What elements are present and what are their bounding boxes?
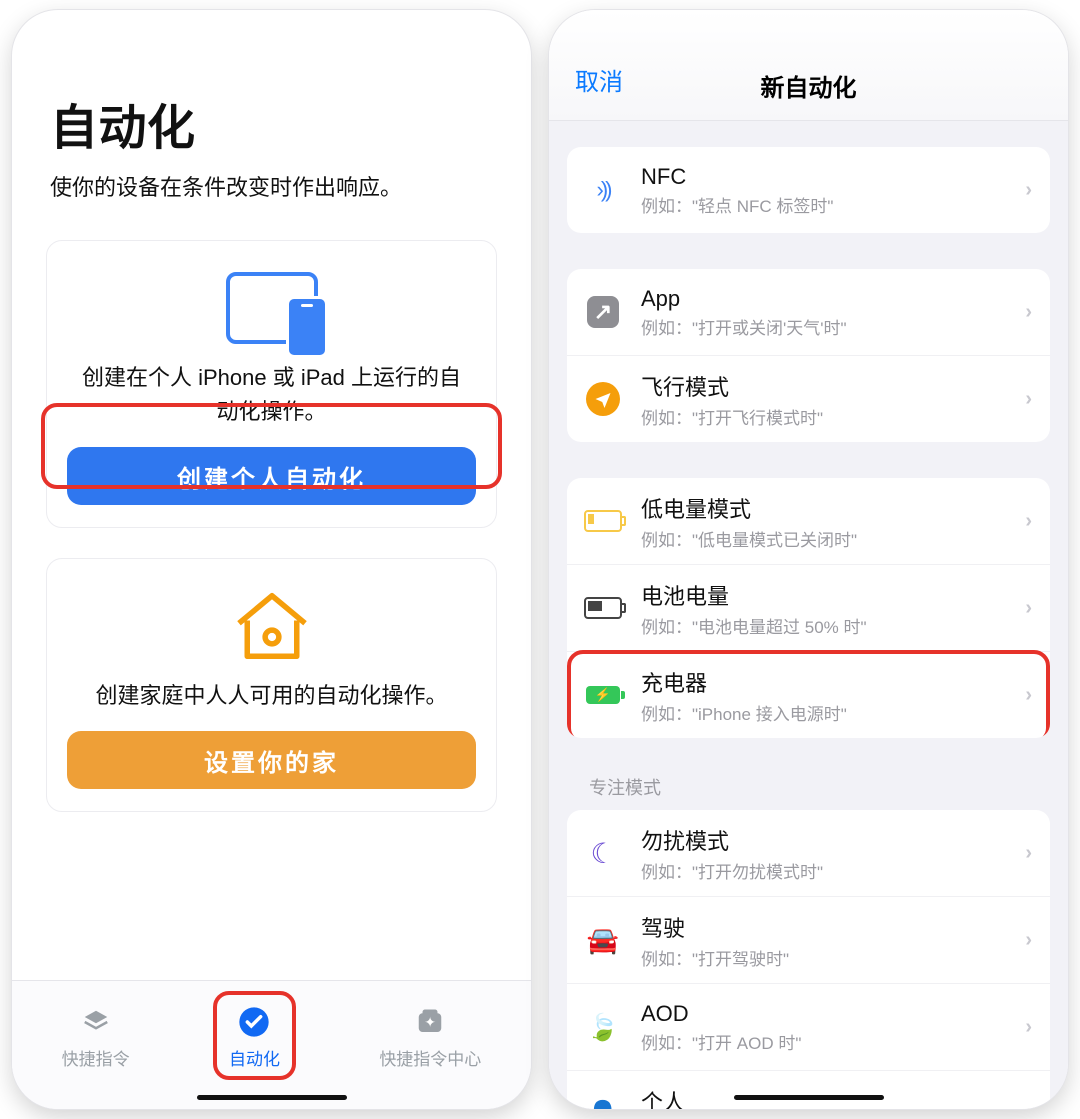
tab-label: 快捷指令	[62, 1045, 130, 1070]
setup-home-button[interactable]: 设置你的家	[67, 731, 476, 789]
device-left: 自动化 使你的设备在条件改变时作出响应。 创建在个人 iPhone 或 iPad…	[12, 10, 531, 1109]
trigger-title: 电池电量	[641, 579, 1025, 611]
chevron-right-icon: ›	[1025, 684, 1032, 707]
trigger-subtitle: 例如："打开勿扰模式时"	[641, 858, 1025, 883]
chevron-right-icon: ›	[1025, 842, 1032, 865]
trigger-subtitle: 例如："低电量模式已关闭时"	[641, 526, 1025, 551]
battery-low-icon	[584, 510, 622, 532]
chevron-right-icon: ›	[1025, 1016, 1032, 1039]
home-indicator	[197, 1095, 347, 1100]
leaf-icon: 🍃	[587, 1012, 619, 1043]
trigger-row[interactable]: 👤个人例如："打开个人时"›	[567, 1070, 1050, 1109]
trigger-title: NFC	[641, 164, 1025, 190]
tab-shortcuts[interactable]: 快捷指令	[62, 1005, 130, 1070]
airplane-icon	[586, 382, 620, 416]
trigger-row[interactable]: ›)) NFC例如："轻点 NFC 标签时"›	[567, 147, 1050, 233]
device-right: 取消 新自动化 ›))NFC例如："轻点 NFC 标签时"› ↗App例如："打…	[549, 10, 1068, 1109]
app-icon: ↗	[587, 296, 619, 328]
gallery-icon: ✦	[413, 1005, 447, 1039]
personal-automation-card: 创建在个人 iPhone 或 iPad 上运行的自动化操作。 创建个人自动化	[46, 240, 497, 528]
section-label-focus: 专注模式	[589, 774, 1044, 800]
house-icon	[67, 583, 476, 669]
devices-icon	[67, 265, 476, 351]
tab-label: 自动化	[229, 1045, 280, 1070]
stack-icon	[79, 1005, 113, 1039]
tab-bar: 快捷指令 自动化 ✦ 快捷指令中心	[12, 980, 531, 1109]
chevron-right-icon: ›	[1025, 597, 1032, 620]
trigger-row[interactable]: 低电量模式例如："低电量模式已关闭时"›	[567, 478, 1050, 564]
trigger-subtitle: 例如："iPhone 接入电源时"	[641, 700, 1025, 725]
chevron-right-icon: ›	[1025, 301, 1032, 324]
trigger-title: 飞行模式	[641, 370, 1025, 402]
automation-trigger-list[interactable]: ›))NFC例如："轻点 NFC 标签时"› ↗App例如："打开或关闭'天气'…	[549, 121, 1068, 1109]
home-card-caption: 创建家庭中人人可用的自动化操作。	[67, 679, 476, 731]
battery-level-icon	[584, 597, 622, 619]
trigger-row[interactable]: 🚘 驾驶例如："打开驾驶时"›	[567, 896, 1050, 983]
trigger-row[interactable]: 飞行模式例如："打开飞行模式时"›	[567, 355, 1050, 442]
person-icon: 👤	[587, 1099, 619, 1110]
trigger-subtitle: 例如："打开驾驶时"	[641, 945, 1025, 970]
trigger-row[interactable]: ☾ 勿扰模式例如："打开勿扰模式时"›	[567, 810, 1050, 896]
sheet-title: 新自动化	[761, 68, 857, 103]
trigger-subtitle: 例如："轻点 NFC 标签时"	[641, 192, 1025, 217]
chevron-right-icon: ›	[1025, 1103, 1032, 1110]
chevron-right-icon: ›	[1025, 388, 1032, 411]
trigger-title: 低电量模式	[641, 492, 1025, 524]
tab-gallery[interactable]: ✦ 快捷指令中心	[379, 1005, 481, 1070]
svg-text:✦: ✦	[425, 1015, 437, 1030]
nfc-icon: ›))	[597, 177, 610, 203]
trigger-title: AOD	[641, 1001, 1025, 1027]
personal-card-caption: 创建在个人 iPhone 或 iPad 上运行的自动化操作。	[67, 361, 476, 447]
chevron-right-icon: ›	[1025, 179, 1032, 202]
trigger-title: 充电器	[641, 666, 1025, 698]
page-title: 自动化	[50, 88, 493, 158]
trigger-title: 勿扰模式	[641, 824, 1025, 856]
home-automation-card: 创建家庭中人人可用的自动化操作。 设置你的家	[46, 558, 497, 812]
chevron-right-icon: ›	[1025, 929, 1032, 952]
trigger-subtitle: 例如："打开 AOD 时"	[641, 1029, 1025, 1054]
trigger-subtitle: 例如："打开或关闭'天气'时"	[641, 314, 1025, 339]
create-personal-automation-button[interactable]: 创建个人自动化	[67, 447, 476, 505]
page-subtitle: 使你的设备在条件改变时作出响应。	[50, 170, 493, 202]
trigger-title: App	[641, 286, 1025, 312]
tab-automation[interactable]: 自动化	[229, 1005, 280, 1070]
trigger-row[interactable]: 🍃 AOD例如："打开 AOD 时"›	[567, 983, 1050, 1070]
chevron-right-icon: ›	[1025, 510, 1032, 533]
trigger-subtitle: 例如："电池电量超过 50% 时"	[641, 613, 1025, 638]
trigger-subtitle: 例如："打开飞行模式时"	[641, 404, 1025, 429]
trigger-title: 驾驶	[641, 911, 1025, 943]
sheet-header: 取消 新自动化	[549, 10, 1068, 121]
cancel-button[interactable]: 取消	[575, 62, 623, 97]
clock-check-icon	[237, 1005, 271, 1039]
tab-label: 快捷指令中心	[379, 1045, 481, 1070]
battery-charging-icon: ⚡	[586, 686, 620, 704]
moon-icon: ☾	[590, 837, 615, 870]
trigger-row[interactable]: ↗ App例如："打开或关闭'天气'时"›	[567, 269, 1050, 355]
home-indicator	[734, 1095, 884, 1100]
trigger-row[interactable]: ⚡ 充电器例如："iPhone 接入电源时"›	[567, 651, 1050, 738]
car-icon: 🚘	[587, 925, 619, 956]
trigger-row[interactable]: 电池电量例如："电池电量超过 50% 时"›	[567, 564, 1050, 651]
